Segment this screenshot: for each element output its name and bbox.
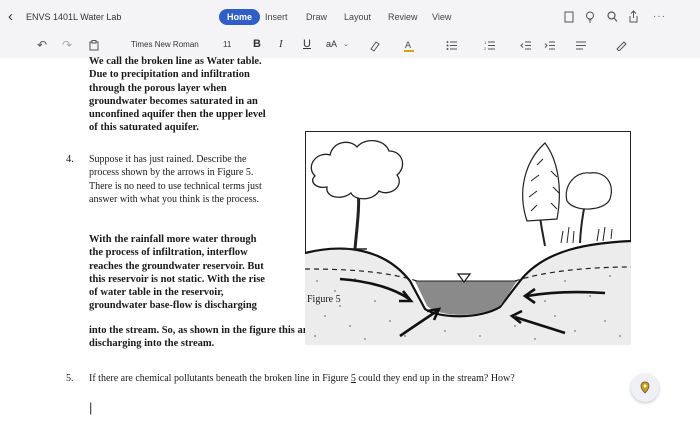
document-page[interactable]: We call the broken line as Water table. … [0, 55, 700, 421]
bullet-list-icon[interactable] [446, 40, 458, 51]
lightbulb-icon[interactable] [585, 11, 595, 23]
svg-text:A: A [405, 40, 411, 50]
text-line: this reservoir is not static. With the r… [89, 273, 265, 285]
tab-insert[interactable]: Insert [265, 12, 288, 22]
text-line: Due to precipitation and infiltration [89, 69, 250, 81]
title-bar: ‹ ENVS 1401L Water Lab Home Insert Draw … [0, 0, 700, 34]
search-icon[interactable] [607, 11, 618, 23]
text-line: answer with what you think is the proces… [89, 193, 259, 205]
text-line: There is no need to use technical terms … [89, 180, 262, 192]
answer-paragraph-water-table: We call the broken line as Water table. … [89, 55, 304, 135]
font-name-select[interactable]: Times New Roman [131, 40, 199, 49]
back-chevron-icon[interactable]: ‹ [8, 8, 13, 25]
numbered-list-icon[interactable]: 12 [484, 40, 496, 51]
text-line: through the porous layer when [89, 82, 227, 94]
text-line: of water table in the reservoir, [89, 287, 224, 299]
pin-icon [640, 381, 650, 394]
chevron-down-icon[interactable]: ⌄ [343, 40, 349, 48]
tab-draw[interactable]: Draw [306, 12, 327, 22]
file-icon[interactable] [564, 11, 574, 23]
question-5-text-after: could they end up in the stream? How? [355, 373, 515, 384]
highlighter-icon[interactable] [369, 40, 381, 52]
italic-button[interactable]: I [279, 38, 283, 50]
question-5-number: 5. [66, 373, 74, 384]
font-size-select[interactable]: 11 [223, 40, 231, 49]
tab-review[interactable]: Review [388, 12, 418, 22]
question-5-text-before: If there are chemical pollutants beneath… [89, 373, 351, 384]
text-line: Suppose it has just rained. Describe the [89, 154, 247, 165]
text-line: reaches the groundwater reservoir. But [89, 260, 264, 272]
undo-icon[interactable]: ↶ [37, 38, 47, 52]
font-effects-button[interactable]: aA [326, 39, 337, 49]
increase-indent-icon[interactable] [544, 40, 556, 51]
svg-text:2: 2 [484, 46, 487, 51]
text-line: groundwater becomes saturated in an [89, 95, 258, 107]
floating-assistant-button[interactable] [631, 374, 659, 402]
tab-view[interactable]: View [432, 12, 451, 22]
clipboard-icon[interactable] [89, 40, 99, 51]
text-line: process shown by the arrows in Figure 5. [89, 167, 254, 179]
figure-5-diagram [305, 131, 631, 345]
text-line: unconfined aquifer then the upper level [89, 109, 266, 121]
tab-layout[interactable]: Layout [344, 12, 371, 22]
svg-text:1: 1 [484, 40, 487, 45]
question-4-text: Suppose it has just rained. Describe the… [89, 153, 299, 206]
text-line: of this saturated aquifer. [89, 122, 199, 134]
text-line: We call the broken line as Water table. [89, 56, 262, 67]
underline-button[interactable]: U [303, 38, 311, 50]
text-line: the process of infiltration, interflow [89, 247, 248, 259]
text-line: With the rainfall more water through [89, 234, 257, 245]
align-icon[interactable] [575, 40, 587, 51]
document-title: ENVS 1401L Water Lab [26, 12, 122, 22]
font-color-icon[interactable]: A [403, 39, 415, 53]
tab-home[interactable]: Home [219, 9, 261, 25]
answer-paragraph-base-flow: With the rainfall more water through the… [89, 233, 304, 313]
decrease-indent-icon[interactable] [520, 40, 532, 51]
figure-caption: Figure 5 [307, 294, 341, 305]
redo-icon[interactable]: ↷ [62, 38, 72, 52]
more-options-icon[interactable]: ··· [653, 11, 666, 22]
text-line: groundwater base-flow is discharging [89, 300, 257, 312]
share-icon[interactable] [628, 10, 639, 23]
text-cursor: | [89, 400, 93, 415]
styles-pen-icon[interactable] [615, 40, 629, 51]
question-5-text: If there are chemical pollutants beneath… [89, 372, 649, 385]
bold-button[interactable]: B [253, 38, 261, 50]
question-4-number: 4. [66, 154, 74, 165]
